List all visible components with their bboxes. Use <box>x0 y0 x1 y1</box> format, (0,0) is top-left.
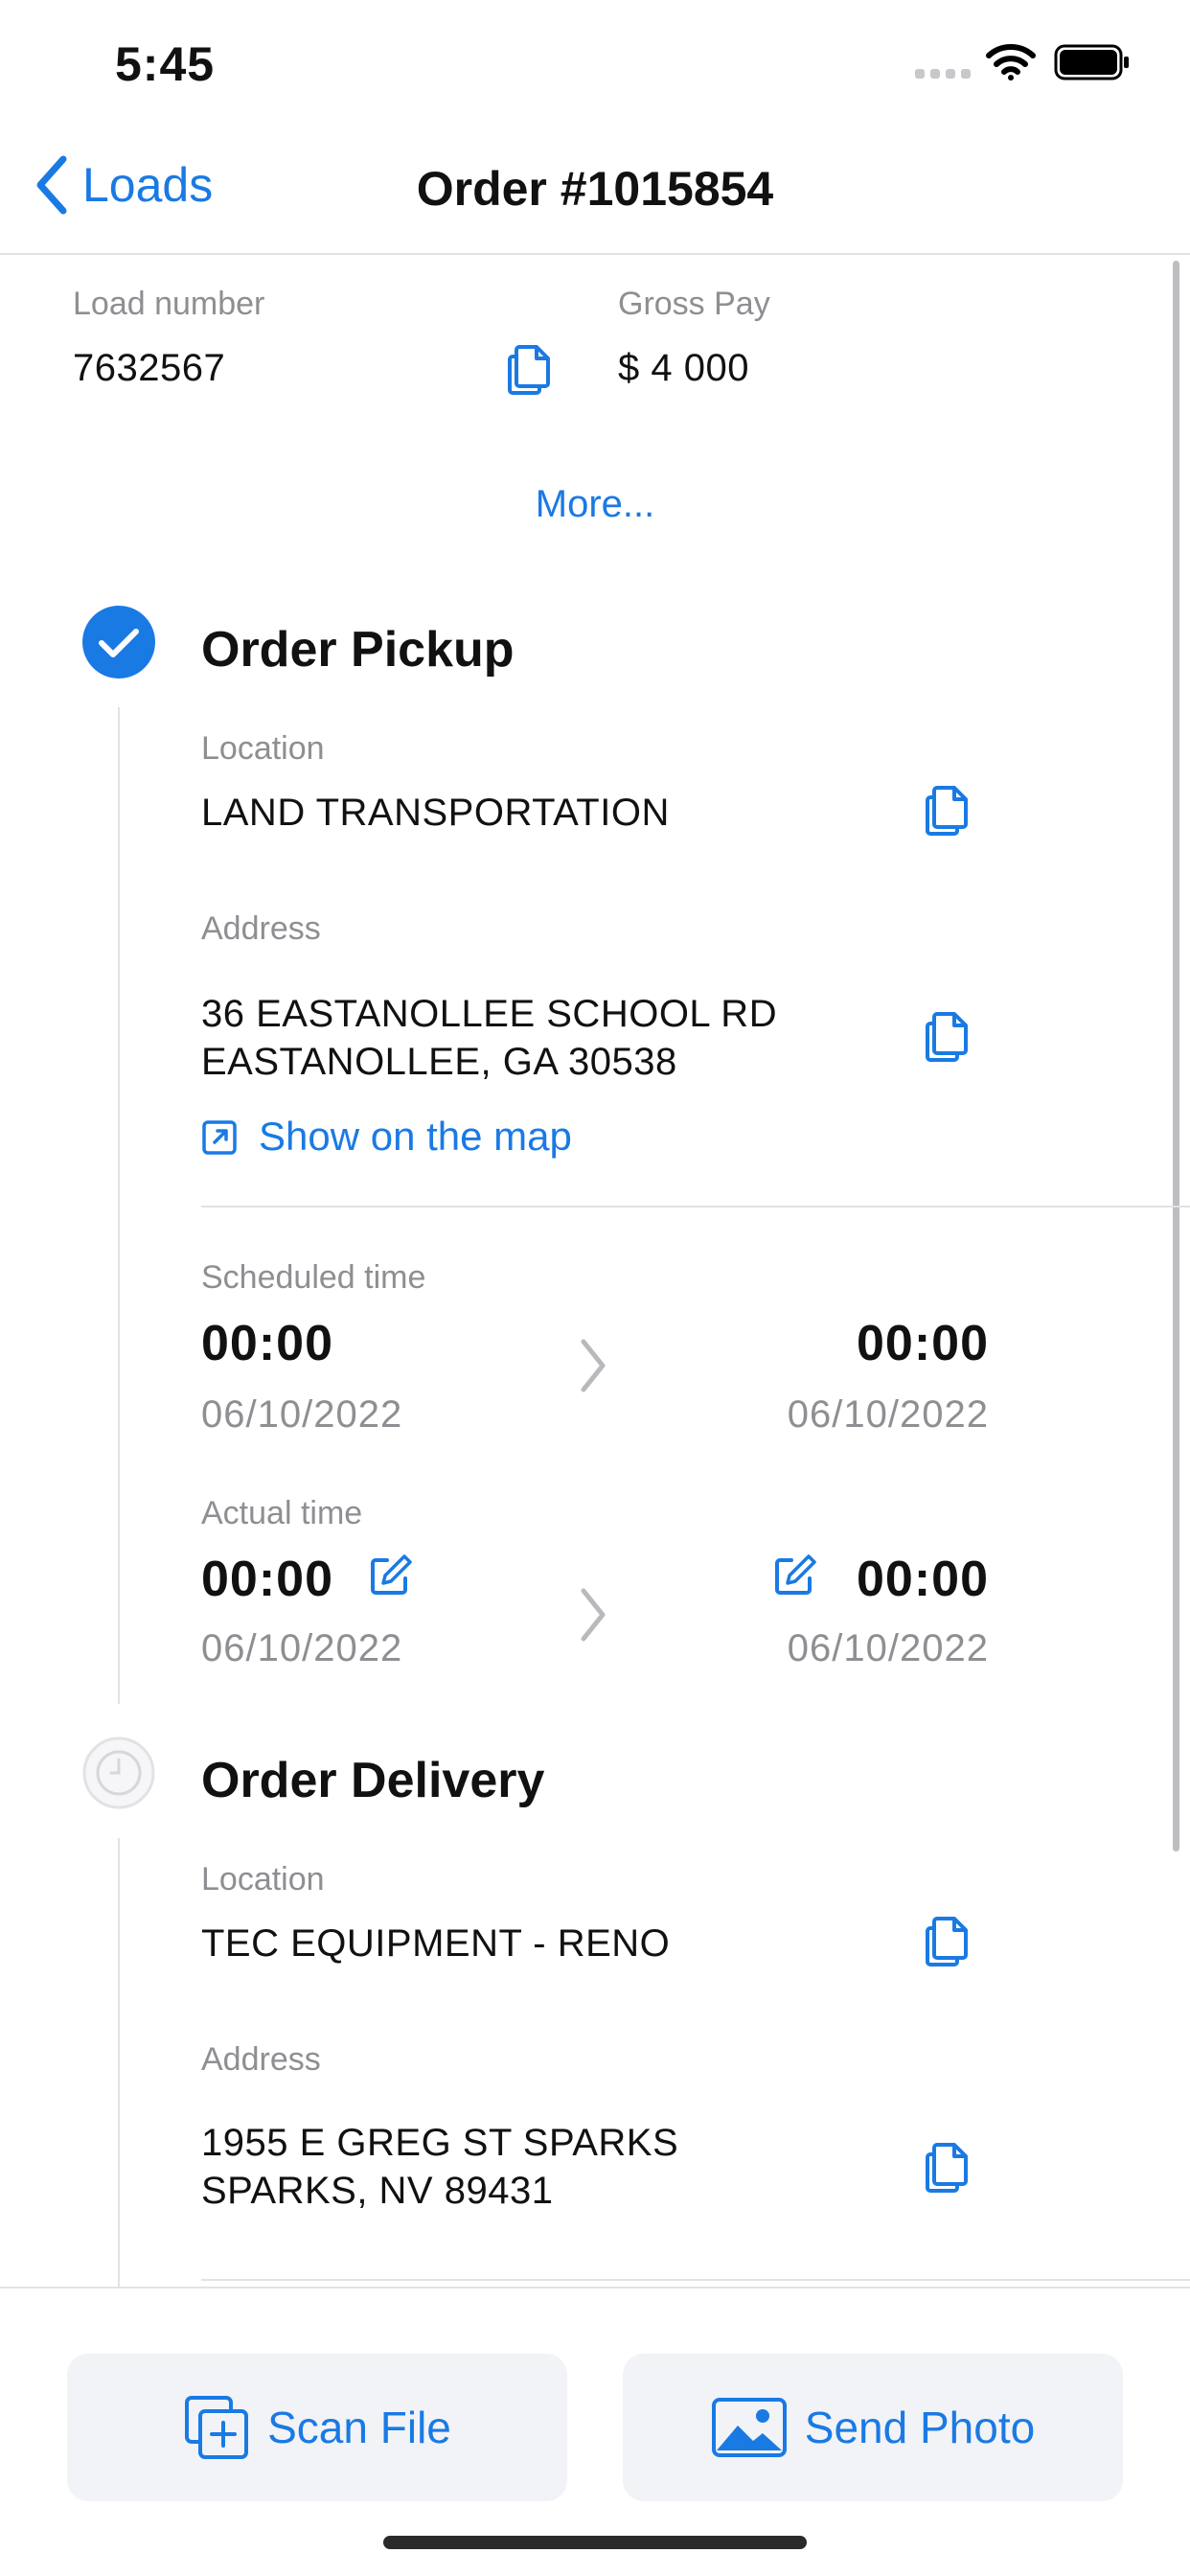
checkmark-circle-icon <box>82 606 155 678</box>
photo-icon <box>711 2398 787 2457</box>
page-title: Order #1015854 <box>416 162 774 216</box>
pickup-address-line2: EASTANOLLEE, GA 30538 <box>201 1041 677 1083</box>
bottom-bar-separator <box>0 2287 1190 2288</box>
delivery-location-value: TEC EQUIPMENT - RENO <box>201 1922 671 1965</box>
pickup-address-line1: 36 EASTANOLLEE SCHOOL RD <box>201 993 778 1035</box>
delivery-location-label: Location <box>201 1861 325 1898</box>
delivery-separator <box>201 2279 1190 2281</box>
delivery-address-line1: 1955 E GREG ST SPARKS <box>201 2122 679 2164</box>
more-link[interactable]: More... <box>0 483 1190 526</box>
chevron-right-icon <box>581 1588 606 1642</box>
load-number-label: Load number <box>73 286 265 322</box>
copy-icon[interactable] <box>922 1008 973 1064</box>
external-link-icon <box>202 1120 237 1155</box>
pickup-timeline-line <box>118 707 120 1704</box>
chevron-right-icon <box>581 1339 606 1392</box>
copy-icon[interactable] <box>922 782 973 838</box>
map-link-label: Show on the map <box>259 1114 572 1159</box>
nav-separator <box>0 253 1190 255</box>
scheduled-end-date: 06/10/2022 <box>787 1393 989 1436</box>
scheduled-end-time: 00:00 <box>857 1316 989 1371</box>
signal-dots-icon <box>915 69 971 79</box>
scan-add-icon <box>185 2396 249 2459</box>
clock-icon <box>82 1736 155 1809</box>
pickup-location-value: LAND TRANSPORTATION <box>201 792 670 834</box>
gross-pay-value: $ 4 000 <box>618 347 749 389</box>
scan-file-button[interactable]: Scan File <box>67 2354 567 2501</box>
show-on-map-link[interactable]: Show on the map <box>201 1114 572 1160</box>
delivery-timeline-line <box>118 1838 120 2287</box>
load-number-value: 7632567 <box>73 347 226 389</box>
home-indicator[interactable] <box>383 2536 807 2549</box>
actual-end-time: 00:00 <box>857 1552 989 1607</box>
actual-end-date: 06/10/2022 <box>787 1627 989 1669</box>
status-time: 5:45 <box>115 37 216 91</box>
pickup-address-label: Address <box>201 910 321 947</box>
edit-icon[interactable] <box>368 1552 414 1598</box>
actual-start-time: 00:00 <box>201 1552 333 1607</box>
pickup-location-label: Location <box>201 730 325 767</box>
gross-pay-label: Gross Pay <box>618 286 770 322</box>
battery-icon <box>1054 44 1129 80</box>
delivery-address-label: Address <box>201 2041 321 2078</box>
delivery-address-line2: SPARKS, NV 89431 <box>201 2170 554 2212</box>
wifi-icon <box>986 44 1036 80</box>
send-photo-button[interactable]: Send Photo <box>623 2354 1123 2501</box>
scheduled-start-date: 06/10/2022 <box>201 1393 403 1436</box>
edit-icon[interactable] <box>772 1552 818 1598</box>
actual-time-label: Actual time <box>201 1495 363 1531</box>
pickup-title: Order Pickup <box>201 622 515 678</box>
delivery-title: Order Delivery <box>201 1753 545 1808</box>
copy-icon[interactable] <box>922 2139 973 2195</box>
copy-icon[interactable] <box>504 341 556 397</box>
copy-icon[interactable] <box>922 1913 973 1968</box>
scheduled-start-time: 00:00 <box>201 1316 333 1371</box>
send-photo-label: Send Photo <box>804 2403 1036 2452</box>
scan-file-label: Scan File <box>267 2403 451 2452</box>
actual-start-date: 06/10/2022 <box>201 1627 403 1669</box>
scheduled-time-label: Scheduled time <box>201 1259 426 1296</box>
pickup-separator <box>201 1206 1190 1208</box>
